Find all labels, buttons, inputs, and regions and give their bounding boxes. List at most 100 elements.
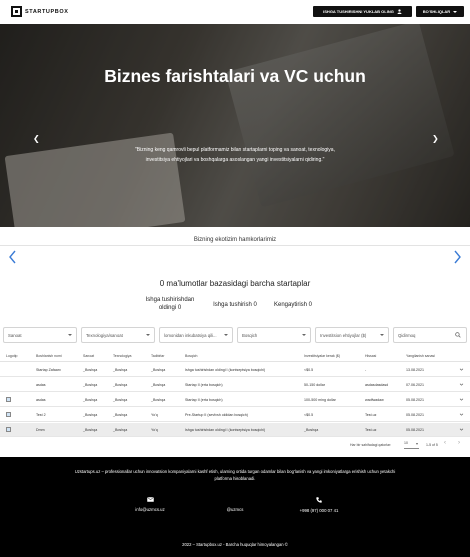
- expand-row-icon[interactable]: [459, 367, 464, 372]
- table-row[interactable]: Dmm _Boshqa _Boshqa Yo'q Ishga tushirish…: [0, 423, 470, 437]
- partners-next-icon[interactable]: [453, 250, 462, 264]
- table-header: Logotip Boshlanish nomi Sanoat Texnologi…: [0, 350, 470, 362]
- table-cell: Yo'q: [151, 413, 158, 417]
- investment-select[interactable]: Investitsion ehtiyojlar ($): [315, 327, 389, 343]
- carousel-prev-icon[interactable]: ❮: [33, 134, 40, 143]
- partners-prev-icon[interactable]: [8, 250, 17, 264]
- table-cell: 50-150 dollar: [304, 383, 325, 387]
- table-cell: <$0.5: [304, 413, 314, 417]
- expand-row-icon[interactable]: [459, 397, 464, 402]
- hero-title: Biznes farishtalari va VC uchun: [104, 66, 366, 86]
- startup-logo-image: [6, 397, 11, 402]
- footer-social[interactable]: @uzmcs: [195, 507, 275, 512]
- caret-down-icon: [146, 334, 150, 336]
- table-cell: _Boshqa: [113, 398, 128, 402]
- table-cell: _Boshqa: [113, 428, 128, 432]
- startup-logo-image: [6, 427, 11, 432]
- footer: Uzstartups.uz – professionallar uchun in…: [0, 457, 470, 557]
- column-header[interactable]: Bosqich: [185, 354, 197, 358]
- table-cell: 13.08.2021: [406, 368, 424, 372]
- table-cell: 07.06.2021: [406, 383, 424, 387]
- rows-per-page-select[interactable]: 10: [404, 441, 419, 449]
- prev-page-icon[interactable]: ‹: [444, 440, 446, 446]
- divider: [0, 245, 470, 246]
- stage-tab-expansion[interactable]: Kengaytirish 0: [268, 302, 318, 310]
- column-header[interactable]: Investitsiyalar kerak ($): [304, 354, 340, 358]
- table-cell: Test.uz: [365, 428, 377, 432]
- upload-startup-label: ISHGA TUSHIRISHNI YUKLAB OLING: [323, 9, 394, 14]
- table-cell: _Boshqa: [113, 368, 128, 372]
- partners-title: Bizning ekotizim hamkorlarimiz: [193, 237, 277, 243]
- table-row[interactable]: asdas _Boshqa _Boshqa _Boshqa Startap II…: [0, 393, 470, 407]
- expand-row-icon[interactable]: [459, 412, 464, 417]
- stage-tab-pre-launch[interactable]: Ishga tushirishdan oldingi 0: [144, 297, 196, 312]
- next-page-icon[interactable]: ›: [458, 440, 460, 446]
- carousel-next-icon[interactable]: ❯: [432, 134, 439, 143]
- database-title: 0 ma'lumotlar bazasidagi barcha startapl…: [159, 279, 311, 288]
- industry-select[interactable]: Sanoat: [3, 327, 77, 343]
- column-header[interactable]: Logotip: [6, 354, 17, 358]
- column-header[interactable]: Tadbirlar: [151, 354, 164, 358]
- search-input[interactable]: Qidirmoq: [393, 327, 467, 343]
- table-cell: 100-500 ming dollar: [304, 398, 336, 402]
- footer-email[interactable]: info@uzmcs.uz: [110, 497, 190, 512]
- table-cell: _Boshqa: [83, 398, 98, 402]
- table-cell: asdas: [36, 383, 46, 387]
- expand-row-icon[interactable]: [459, 427, 464, 432]
- column-header[interactable]: Sanoat: [83, 354, 94, 358]
- table-cell: 05.08.2021: [406, 413, 424, 417]
- table-cell: asdasdasdasd: [365, 383, 389, 387]
- caret-down-icon: [68, 334, 72, 336]
- column-header[interactable]: Hissasi: [365, 354, 376, 358]
- table-row[interactable]: Startap Zafaarx _Boshqa _Boshqa _Boshqa …: [0, 363, 470, 377]
- incubation-select-value: lomonidan inkubatsiya qili...: [164, 333, 217, 338]
- column-header[interactable]: Boshlanish nomi: [36, 354, 62, 358]
- table-cell: _Boshqa: [304, 428, 319, 432]
- table-cell: Startap II (erta bosqich): [185, 398, 223, 402]
- logo[interactable]: STARTUPBOX: [11, 6, 68, 17]
- table-row[interactable]: asdas _Boshqa _Boshqa _Boshqa Startap II…: [0, 378, 470, 392]
- table-cell: Test.uz: [365, 413, 377, 417]
- stage-select-value: Bosqich: [242, 333, 258, 338]
- column-header[interactable]: Texnologiya: [113, 354, 131, 358]
- caret-down-icon: [416, 443, 418, 445]
- startup-logo-image: [6, 412, 11, 417]
- table-cell: 05.08.2021: [406, 428, 424, 432]
- table-cell: Yo'q: [151, 428, 158, 432]
- table-cell: _Boshqa: [113, 413, 128, 417]
- column-header[interactable]: Yangilanish sanasi: [406, 354, 435, 358]
- technology-select-value: Texnologiya/sanoat: [86, 333, 123, 338]
- rows-per-page-label: Har bir sahifadagi qatorlar:: [350, 443, 392, 447]
- search-icon[interactable]: [455, 332, 461, 338]
- table-cell: <$0.5: [304, 368, 314, 372]
- caret-down-icon: [380, 334, 384, 336]
- upload-startup-button[interactable]: ISHGA TUSHIRISHNI YUKLAB OLING: [313, 6, 412, 17]
- table-cell: Test 2: [36, 413, 46, 417]
- footer-email-text: info@uzmcs.uz: [135, 507, 165, 512]
- stage-tab-launch[interactable]: Ishga tushirish 0: [206, 302, 264, 310]
- user-icon: [397, 9, 402, 14]
- table-cell: Startap Zafaarx: [36, 368, 61, 372]
- table-cell: _Boshqa: [151, 398, 166, 402]
- table-cell: _Boshqa: [151, 368, 166, 372]
- search-placeholder: Qidirmoq: [398, 333, 416, 338]
- logo-text: STARTUPBOX: [25, 8, 69, 15]
- table-cell: asdas: [36, 398, 46, 402]
- stage-select[interactable]: Bosqich: [237, 327, 311, 343]
- hero-banner: Biznes farishtalari va VC uchun "Bizning…: [0, 24, 470, 227]
- logo-mark-icon: [11, 6, 22, 17]
- expand-row-icon[interactable]: [459, 382, 464, 387]
- investment-select-value: Investitsion ehtiyojlar ($): [320, 333, 367, 338]
- table-cell: wadfwadaw: [365, 398, 384, 402]
- top-header: STARTUPBOX ISHGA TUSHIRISHNI YUKLAB OLIN…: [0, 0, 470, 24]
- table-cell: _Boshqa: [83, 413, 98, 417]
- table-row[interactable]: Test 2 _Boshqa _Boshqa Yo'q Pre-Startup …: [0, 408, 470, 422]
- mail-icon: [146, 497, 154, 502]
- footer-phone[interactable]: +998 (97) 000 07 41: [279, 497, 359, 513]
- incubation-select[interactable]: lomonidan inkubatsiya qili...: [159, 327, 233, 343]
- pagination-range: 1-5 of 5: [426, 443, 438, 447]
- footer-social-text: @uzmcs: [226, 507, 244, 512]
- sections-dropdown-button[interactable]: BO'SHLIQLAR: [416, 6, 464, 17]
- table-cell: Pre-Startup II (sevfvsh oldidan bosqich): [185, 413, 248, 417]
- technology-select[interactable]: Texnologiya/sanoat: [81, 327, 155, 343]
